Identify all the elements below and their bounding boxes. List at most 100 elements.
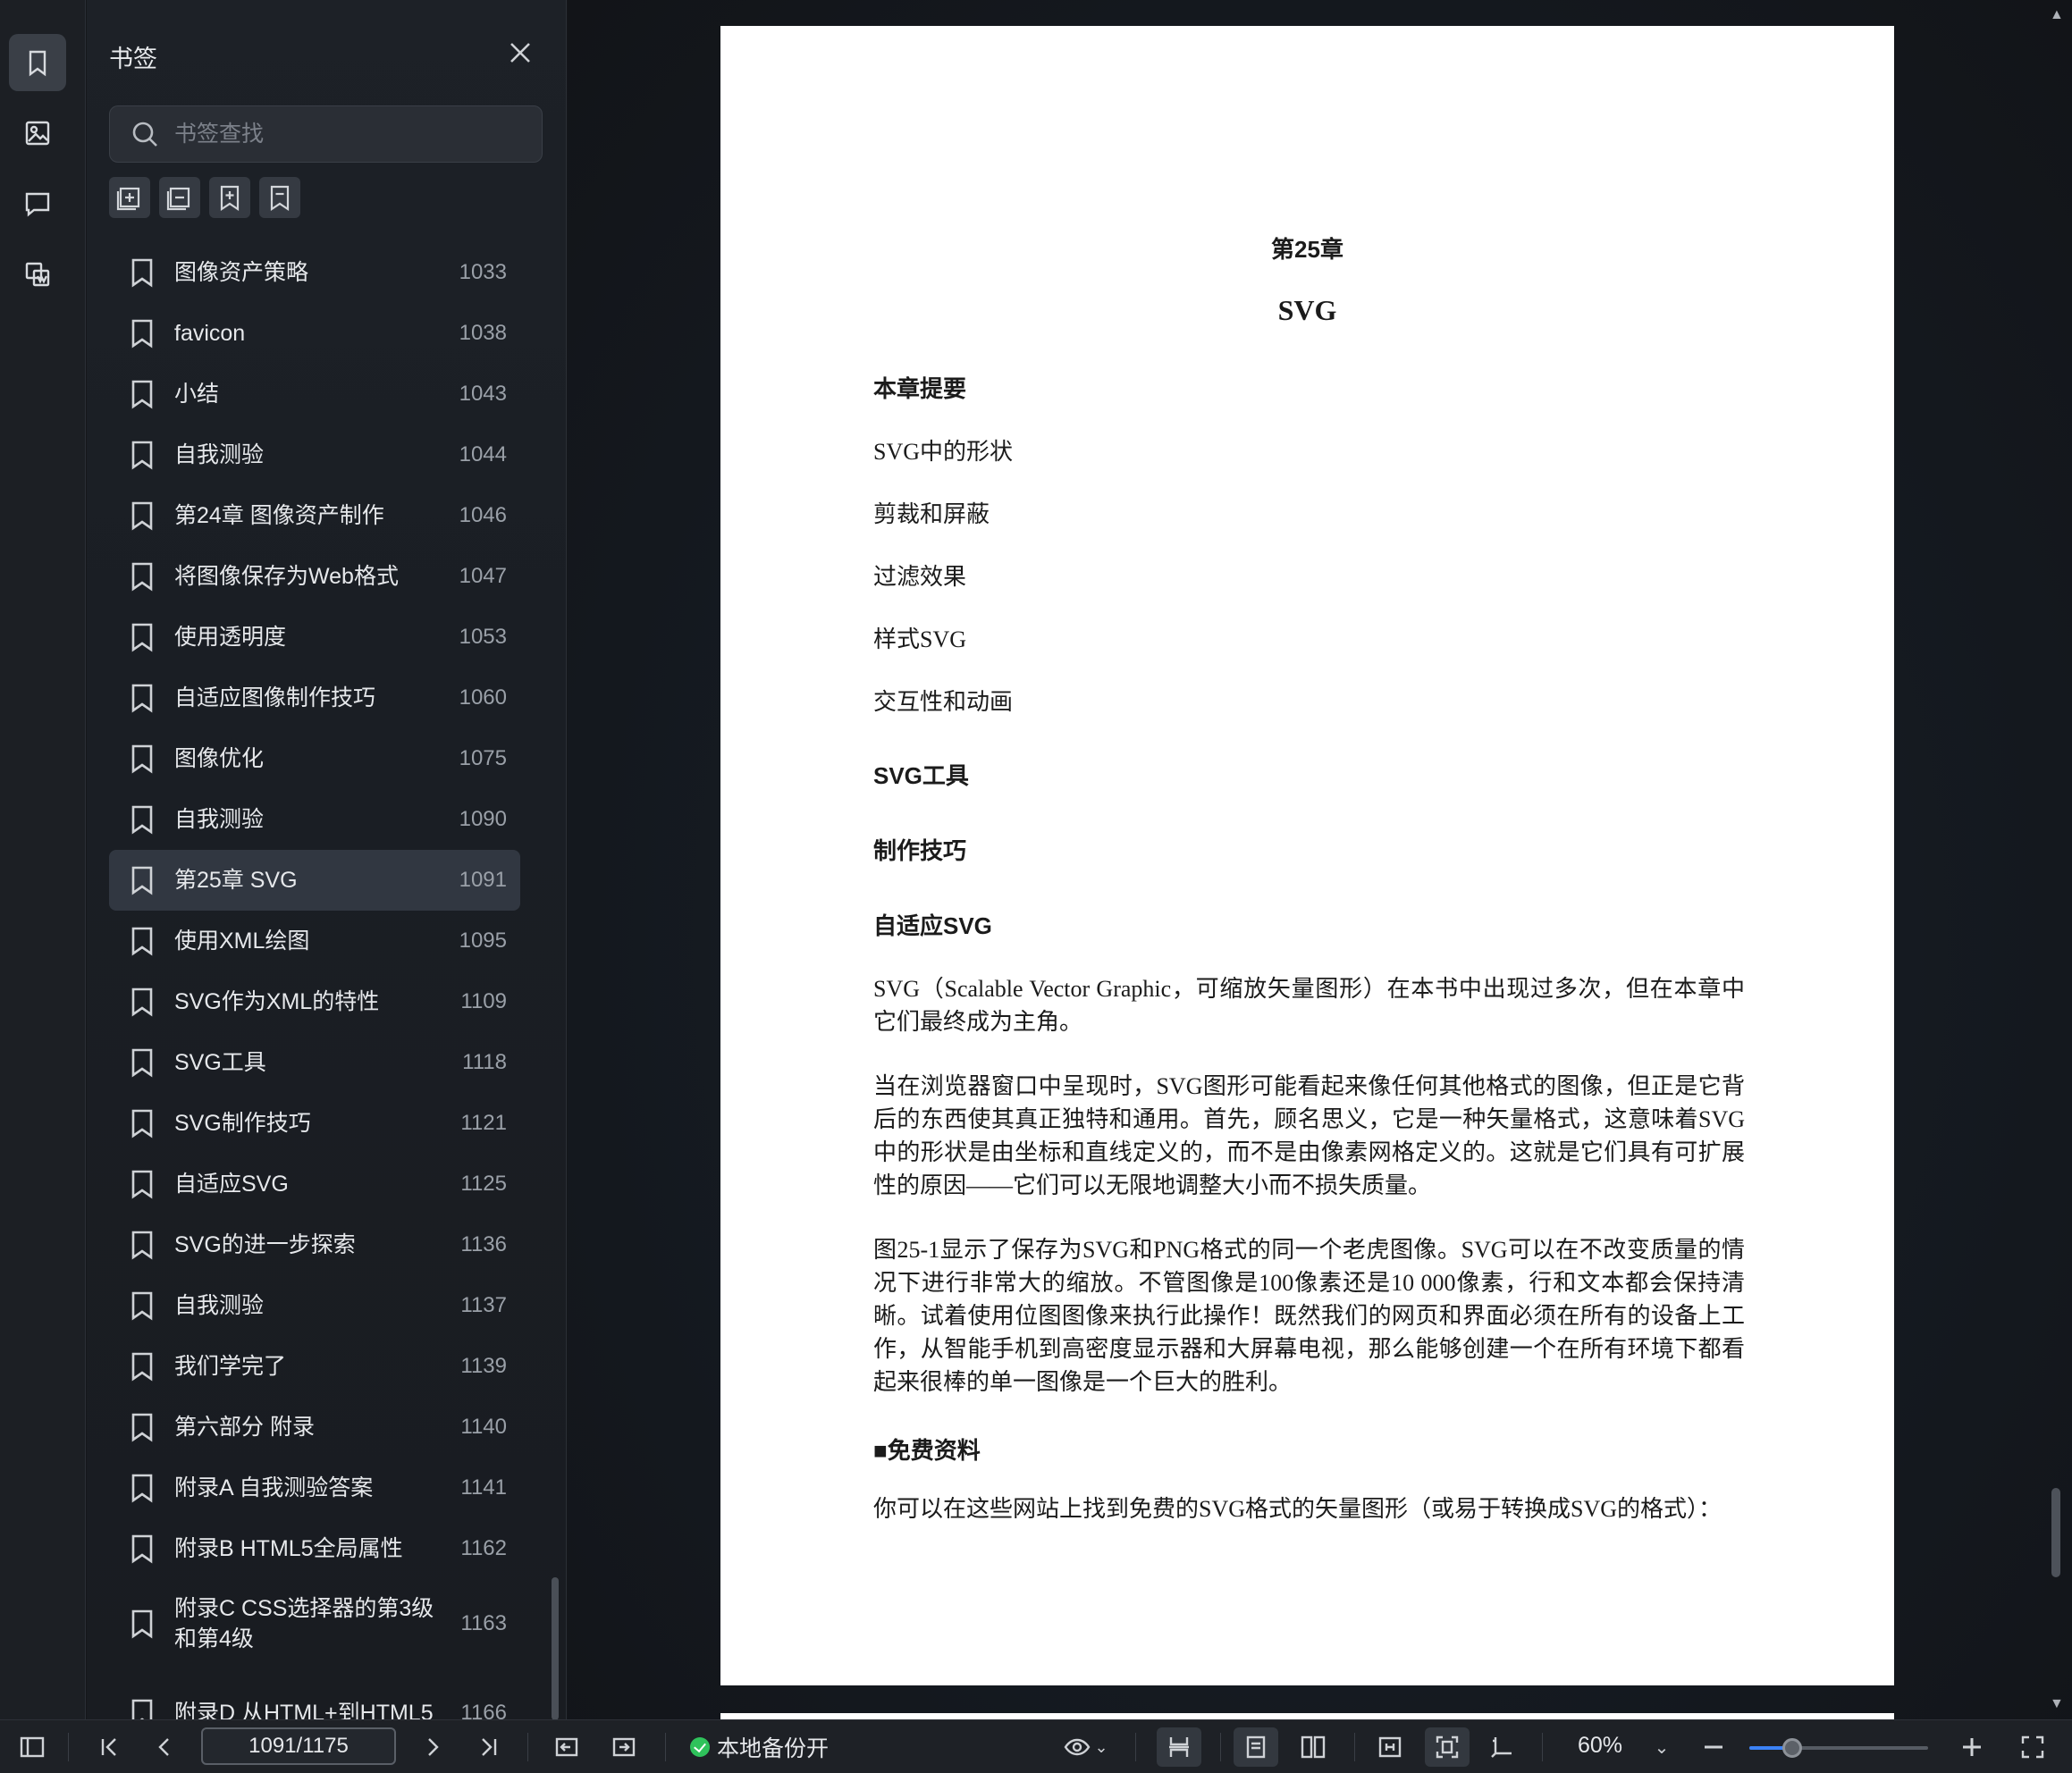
scroll-down-arrow-icon[interactable]: ▼ <box>2050 1696 2064 1712</box>
two-page-icon <box>1301 1735 1326 1759</box>
bookmark-panel-tab[interactable] <box>9 34 66 91</box>
side-rail <box>0 0 86 1719</box>
previous-page-button[interactable] <box>145 1727 184 1767</box>
remove-bookmark-button[interactable] <box>259 177 300 218</box>
zoom-out-button[interactable] <box>1696 1727 1731 1767</box>
summary-item: SVG中的形状 <box>873 439 1014 465</box>
bookmark-item[interactable]: 小结 1043 <box>109 364 520 424</box>
bookmark-item[interactable]: SVG作为XML的特性 1109 <box>109 971 520 1032</box>
close-icon <box>510 43 530 63</box>
bookmark-item[interactable]: 第25章 SVG 1091 <box>109 850 520 911</box>
bookmark-item[interactable]: 第六部分 附录 1140 <box>109 1397 520 1458</box>
bookmark-list: 图像资产策略 1033 favicon 1038 小结 1043 自我测验 1044 第24章 … <box>109 242 520 1758</box>
scroll-up-arrow-icon[interactable]: ▲ <box>2050 7 2064 23</box>
bookmark-icon <box>129 500 156 532</box>
first-page-button[interactable] <box>89 1727 129 1767</box>
zoom-level[interactable]: 60% <box>1578 1733 1622 1759</box>
image-icon <box>25 121 50 146</box>
bookmark-icon <box>129 1472 156 1504</box>
bookmark-label: 附录B HTML5全局属性 <box>174 1536 403 1561</box>
toolbar-divider <box>665 1733 666 1761</box>
panel-scrollbar[interactable] <box>552 1577 559 1720</box>
fit-page-button[interactable] <box>1425 1727 1470 1767</box>
expand-all-button[interactable] <box>109 177 150 218</box>
bookmark-page-number: 1095 <box>459 929 507 953</box>
bookmark-item[interactable]: 图像优化 1075 <box>109 728 520 789</box>
bookmark-item[interactable]: 使用透明度 1053 <box>109 607 520 668</box>
bookmark-page-number: 1047 <box>459 564 507 588</box>
document-scrollbar[interactable] <box>2051 1488 2060 1577</box>
bookmark-item[interactable]: 自我测验 1090 <box>109 789 520 850</box>
local-backup-status[interactable]: 本地备份开 <box>690 1731 829 1763</box>
zoom-dropdown-button[interactable]: ⌄ <box>1648 1727 1675 1767</box>
bookmark-item[interactable]: 自我测验 1044 <box>109 424 520 485</box>
eye-mode-dropdown[interactable]: ⌄ <box>1059 1727 1113 1767</box>
continuous-scroll-button[interactable] <box>1157 1727 1201 1767</box>
bookmark-item[interactable]: 自适应图像制作技巧 1060 <box>109 668 520 728</box>
bookmark-page-number: 1163 <box>460 1611 507 1635</box>
bookmark-page-number: 1091 <box>459 868 507 892</box>
toolbar-divider <box>1542 1733 1543 1761</box>
bookmark-item[interactable]: 将图像保存为Web格式 1047 <box>109 546 520 607</box>
next-page-button[interactable] <box>413 1727 452 1767</box>
bookmark-page-number: 1090 <box>459 807 507 831</box>
fullscreen-icon <box>2021 1735 2044 1759</box>
fullscreen-button[interactable] <box>2013 1727 2052 1767</box>
bookmark-icon <box>29 50 46 77</box>
summary-item: 剪裁和屏蔽 <box>873 501 990 527</box>
close-panel-button[interactable] <box>507 39 534 66</box>
bookmark-tools <box>109 177 300 218</box>
bookmark-icon <box>129 925 156 957</box>
bookmark-icon <box>129 1046 156 1079</box>
actual-size-icon <box>1491 1737 1512 1758</box>
check-circle-icon <box>690 1737 710 1757</box>
bookmark-icon <box>129 560 156 592</box>
bookmark-page-number: 1038 <box>459 321 507 345</box>
bookmark-item[interactable]: 附录C CSS选择器的第3级和第4级 1163 <box>109 1579 520 1668</box>
bookmark-page-number: 1140 <box>460 1415 507 1439</box>
bookmark-label: 自我测验 <box>174 442 265 467</box>
bookmark-icon <box>129 256 156 289</box>
section-heading: SVG工具 <box>873 762 969 789</box>
bookmark-item[interactable]: 使用XML绘图 1095 <box>109 911 520 971</box>
zoom-slider-thumb[interactable] <box>1782 1738 1802 1758</box>
bookmark-item[interactable]: 第24章 图像资产制作 1046 <box>109 485 520 546</box>
thumbnail-panel-tab[interactable] <box>9 105 66 162</box>
zoom-slider[interactable] <box>1749 1738 1928 1758</box>
bookmark-item[interactable]: 我们学完了 1139 <box>109 1336 520 1397</box>
bookmark-label: 第六部分 附录 <box>174 1415 315 1440</box>
bookmark-page-number: 1141 <box>460 1475 507 1500</box>
bookmark-item[interactable]: favicon 1038 <box>109 303 520 364</box>
bookmark-item[interactable]: SVG制作技巧 1121 <box>109 1093 520 1154</box>
back-view-button[interactable] <box>547 1727 586 1767</box>
actual-size-button[interactable] <box>1480 1727 1525 1767</box>
toolbar-divider <box>68 1733 69 1761</box>
chevron-right-icon <box>428 1738 439 1756</box>
fit-width-button[interactable] <box>1368 1727 1412 1767</box>
backup-label: 本地备份开 <box>717 1736 830 1761</box>
bookmark-item[interactable]: 自适应SVG 1125 <box>109 1154 520 1214</box>
page-number-input[interactable] <box>201 1727 396 1765</box>
two-page-button[interactable] <box>1291 1727 1335 1767</box>
zoom-in-button[interactable] <box>1954 1727 1990 1767</box>
bookmark-item[interactable]: 附录A 自我测验答案 1141 <box>109 1458 520 1518</box>
last-page-button[interactable] <box>469 1727 509 1767</box>
attachment-panel-tab[interactable] <box>9 246 66 303</box>
bookmark-item[interactable]: 附录B HTML5全局属性 1162 <box>109 1518 520 1579</box>
forward-view-button[interactable] <box>604 1727 644 1767</box>
add-bookmark-button[interactable] <box>209 177 250 218</box>
bookmark-label: SVG制作技巧 <box>174 1111 311 1136</box>
collapse-all-button[interactable] <box>159 177 200 218</box>
single-page-button[interactable] <box>1234 1727 1278 1767</box>
bookmark-item[interactable]: 图像资产策略 1033 <box>109 242 520 303</box>
bookmark-icon <box>129 743 156 775</box>
bookmark-item[interactable]: SVG工具 1118 <box>109 1032 520 1093</box>
toggle-sidebar-button[interactable] <box>13 1727 52 1767</box>
comment-panel-tab[interactable] <box>9 175 66 232</box>
bookmark-search-input[interactable] <box>174 121 532 147</box>
bookmark-item[interactable]: 自我测验 1137 <box>109 1275 520 1336</box>
continuous-scroll-icon <box>1169 1737 1189 1757</box>
bookmark-item[interactable]: SVG的进一步探索 1136 <box>109 1214 520 1275</box>
chapter-number: 第25章 <box>1271 236 1343 263</box>
document-viewport: 第25章 SVG 本章提要 SVG中的形状 剪裁和屏蔽 过滤效果 样式SVG 交… <box>568 0 2072 1719</box>
